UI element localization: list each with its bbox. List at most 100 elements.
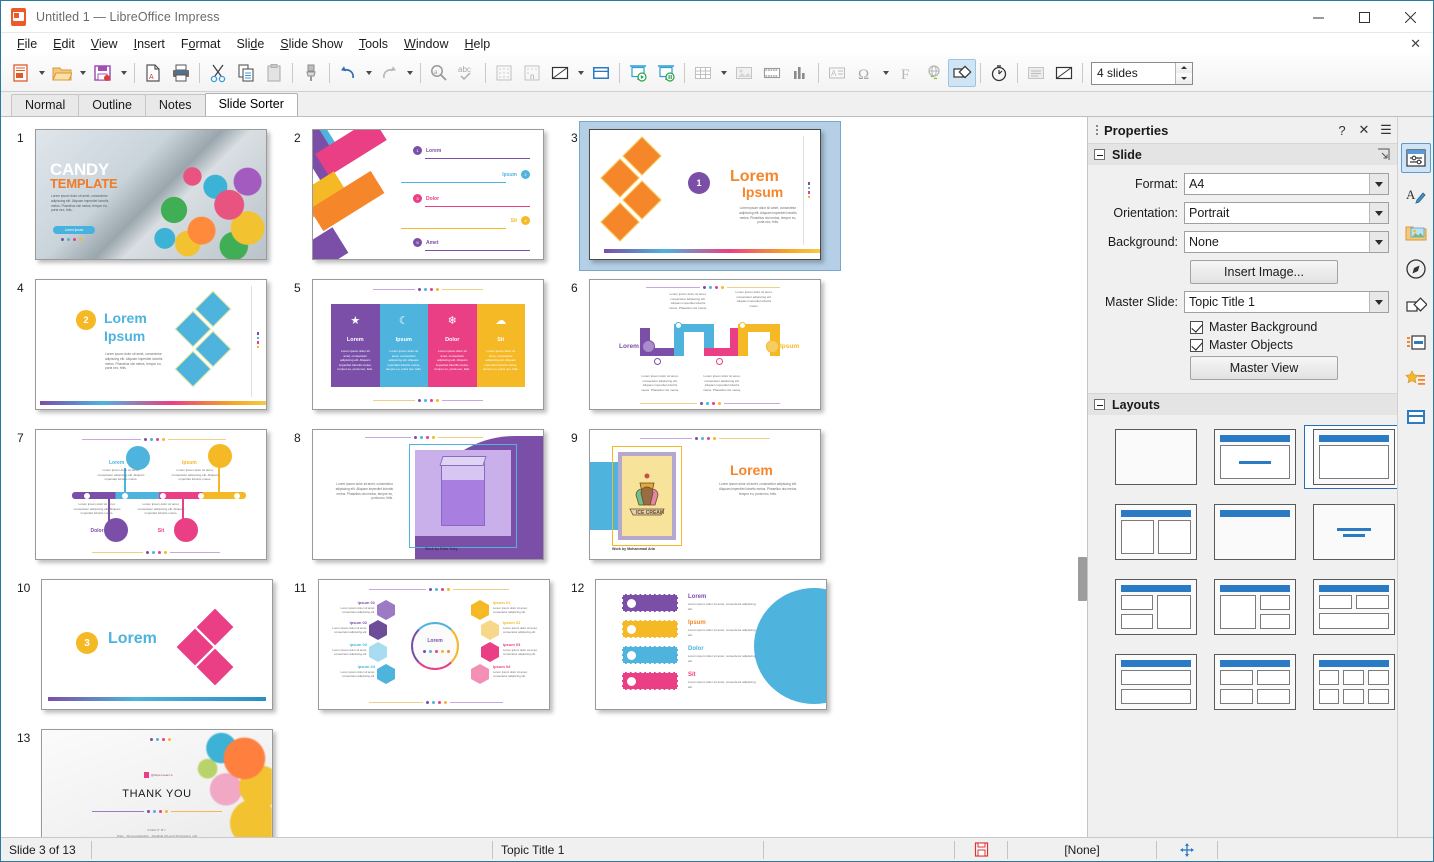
menu-help[interactable]: Help	[457, 35, 499, 53]
background-chevron-down-icon[interactable]	[1369, 232, 1388, 252]
spelling-icon[interactable]: abc	[453, 59, 481, 87]
master-objects-checkbox[interactable]	[1190, 338, 1203, 352]
insert-text-box-icon[interactable]: A	[823, 59, 851, 87]
master-slide-combobox[interactable]: Topic Title 1	[1184, 291, 1389, 313]
show-comments-icon[interactable]	[1022, 59, 1050, 87]
master-background-checkbox-row[interactable]: Master Background	[1190, 320, 1389, 334]
slide-thumb-7[interactable]: 7 Lorem Lorem ipsum dolor sit amet, cons…	[15, 429, 292, 579]
slide-section-header[interactable]: Slide	[1088, 143, 1397, 165]
styles-icon[interactable]: A	[1401, 180, 1431, 210]
print-icon[interactable]	[167, 59, 195, 87]
gallery-icon[interactable]	[1401, 217, 1431, 247]
layout-title-only-content[interactable]	[1304, 425, 1403, 489]
insert-audio-video-icon[interactable]	[758, 59, 786, 87]
slides-per-row-decrement[interactable]	[1176, 73, 1192, 84]
copy-icon[interactable]	[232, 59, 260, 87]
show-draw-functions-icon[interactable]	[948, 59, 976, 87]
open-icon[interactable]	[48, 59, 76, 87]
master-background-checkbox[interactable]	[1190, 320, 1203, 334]
save-dropdown-arrow[interactable]	[117, 59, 130, 87]
tab-outline[interactable]: Outline	[78, 94, 146, 116]
insert-image-icon[interactable]	[730, 59, 758, 87]
slides-per-row-increment[interactable]	[1176, 62, 1192, 73]
background-combobox[interactable]: None	[1184, 231, 1389, 253]
layout-two-content-and-content[interactable]	[1304, 575, 1403, 639]
layout-title-two-content[interactable]	[1106, 500, 1205, 564]
slide-thumb-9[interactable]: 9 ICE CREAM Work by Muhammad Aria Lorem …	[569, 429, 846, 579]
menu-window[interactable]: Window	[396, 35, 456, 53]
insert-chart-icon[interactable]	[786, 59, 814, 87]
format-chevron-down-icon[interactable]	[1369, 174, 1388, 194]
orientation-chevron-down-icon[interactable]	[1369, 203, 1388, 223]
layout-content-over-two-content[interactable]	[1205, 575, 1304, 639]
slide-properties-dialog-icon[interactable]	[1377, 148, 1391, 162]
master-slide-view-icon[interactable]	[1050, 59, 1078, 87]
tab-notes[interactable]: Notes	[144, 94, 206, 116]
save-icon[interactable]	[89, 59, 117, 87]
menu-edit[interactable]: Edit	[45, 35, 83, 53]
layout-title-only[interactable]	[1205, 500, 1304, 564]
collapse-layouts-icon[interactable]	[1094, 399, 1105, 410]
slide-thumb-5[interactable]: 5 ★ Lorem Lorem ipsum dolor sit amet, co…	[292, 279, 569, 429]
insert-hyperlink-icon[interactable]	[920, 59, 948, 87]
slide-thumb-3[interactable]: 3 1 Lorem Ipsum Lorem ipsum dolor sit am…	[569, 121, 846, 279]
slide-transition-icon[interactable]	[985, 59, 1013, 87]
undo-icon[interactable]	[334, 59, 362, 87]
slides-per-row-spinner[interactable]: 4 slides	[1091, 61, 1193, 85]
redo-dropdown-arrow[interactable]	[403, 59, 416, 87]
collapse-slide-icon[interactable]	[1094, 149, 1105, 160]
special-character-dropdown-arrow[interactable]	[879, 59, 892, 87]
insert-special-character-icon[interactable]: Ω	[851, 59, 879, 87]
slide-thumb-1[interactable]: 1 CANDY TEMPLATE Lorem ipsum dolor sit a…	[15, 129, 292, 279]
layout-blank[interactable]	[1106, 425, 1205, 489]
sidebar-menu-icon[interactable]: ☰	[1375, 119, 1397, 141]
slide-thumb-12[interactable]: 12 Lorem Lorem ipsum dolor sit amet, con…	[569, 579, 846, 729]
slide-sorter-panel[interactable]: 1 CANDY TEMPLATE Lorem ipsum dolor sit a…	[1, 117, 1087, 837]
undo-dropdown-arrow[interactable]	[362, 59, 375, 87]
format-combobox[interactable]: A4	[1184, 173, 1389, 195]
snap-to-grid-icon[interactable]: n	[518, 59, 546, 87]
close-button[interactable]	[1387, 1, 1433, 33]
properties-icon[interactable]	[1400, 143, 1431, 173]
find-replace-icon[interactable]: a	[425, 59, 453, 87]
shapes-icon[interactable]	[1401, 291, 1431, 321]
new-icon[interactable]	[7, 59, 35, 87]
slide-thumb-6[interactable]: 6 Lorem ipsum dolor sit amet, consectetu…	[569, 279, 846, 429]
insert-table-dropdown-arrow[interactable]	[717, 59, 730, 87]
sorter-vertical-scrollbar[interactable]	[1078, 557, 1087, 601]
maximize-button[interactable]	[1341, 1, 1387, 33]
layout-three-rows[interactable]	[1106, 650, 1205, 714]
fit-slide-to-window-icon[interactable]	[1157, 838, 1217, 862]
navigator-icon[interactable]	[1401, 254, 1431, 284]
master-slide-icon[interactable]	[587, 59, 615, 87]
display-grid-icon[interactable]	[490, 59, 518, 87]
layout-four-content[interactable]	[1205, 650, 1304, 714]
clone-formatting-icon[interactable]	[297, 59, 325, 87]
insert-table-icon[interactable]	[689, 59, 717, 87]
sidebar-grip-icon[interactable]	[1092, 122, 1102, 138]
slide-thumb-2[interactable]: 2 1 Lorem Ipsum 2 3 Dolor Sit 4 5 Amet	[292, 129, 569, 279]
menu-tools[interactable]: Tools	[351, 35, 396, 53]
display-views-icon[interactable]	[546, 59, 574, 87]
slide-thumb-8[interactable]: 8 Work by Felia Yuky Lorem ipsum dolor s…	[292, 429, 569, 579]
export-pdf-icon[interactable]: A	[139, 59, 167, 87]
layouts-section-header[interactable]: Layouts	[1088, 393, 1397, 415]
animation-icon[interactable]	[1401, 365, 1431, 395]
menu-file[interactable]: File	[9, 35, 45, 53]
minimize-button[interactable]	[1295, 1, 1341, 33]
master-objects-checkbox-row[interactable]: Master Objects	[1190, 338, 1389, 352]
slide-thumb-4[interactable]: 4 2 Lorem Ipsum Lorem ipsum dolor sit am…	[15, 279, 292, 429]
sidebar-close-icon[interactable]: ✕	[1353, 119, 1375, 141]
menu-insert[interactable]: Insert	[126, 35, 173, 53]
menu-view[interactable]: View	[83, 35, 126, 53]
open-dropdown-arrow[interactable]	[76, 59, 89, 87]
insert-image-button[interactable]: Insert Image...	[1190, 260, 1338, 284]
layout-centered-text[interactable]	[1304, 500, 1403, 564]
redo-icon[interactable]	[375, 59, 403, 87]
new-dropdown-arrow[interactable]	[35, 59, 48, 87]
slide-transition-panel-icon[interactable]	[1401, 402, 1431, 432]
display-views-dropdown-arrow[interactable]	[574, 59, 587, 87]
start-from-current-slide-icon[interactable]	[652, 59, 680, 87]
menu-slide-show[interactable]: Slide Show	[272, 35, 351, 53]
master-slides-icon[interactable]	[1401, 328, 1431, 358]
